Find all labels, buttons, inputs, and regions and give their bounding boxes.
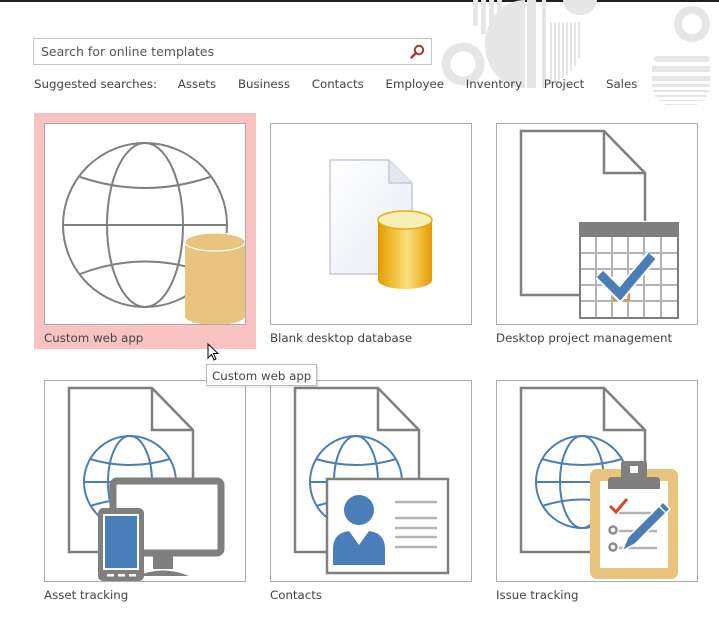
template-thumbnail bbox=[270, 123, 472, 325]
template-thumbnail bbox=[44, 380, 246, 582]
template-tile-contacts[interactable]: Contacts bbox=[260, 370, 482, 606]
suggested-searches: Suggested searches: Assets Business Cont… bbox=[34, 77, 655, 91]
document-globe-contact-card-icon bbox=[293, 386, 450, 575]
template-label: Asset tracking bbox=[44, 588, 129, 602]
template-thumbnail bbox=[44, 123, 246, 325]
template-tile-desktop-project-management[interactable]: Desktop project management bbox=[486, 113, 708, 349]
mouse-pointer-icon bbox=[207, 343, 220, 361]
search-button[interactable] bbox=[407, 42, 427, 62]
template-thumbnail bbox=[496, 380, 698, 582]
suggested-search-inventory[interactable]: Inventory bbox=[466, 77, 522, 91]
magnifier-icon bbox=[410, 44, 425, 59]
document-globe-devices-icon bbox=[67, 386, 225, 581]
suggested-search-sales[interactable]: Sales bbox=[606, 77, 637, 91]
suggested-search-employee[interactable]: Employee bbox=[386, 77, 444, 91]
template-tile-custom-web-app[interactable]: Custom web app bbox=[34, 113, 256, 349]
template-label: Issue tracking bbox=[496, 588, 579, 602]
template-label: Blank desktop database bbox=[270, 331, 413, 345]
suggested-search-assets[interactable]: Assets bbox=[178, 77, 216, 91]
document-globe-clipboard-icon bbox=[519, 386, 678, 579]
suggested-search-business[interactable]: Business bbox=[238, 77, 290, 91]
template-tile-issue-tracking[interactable]: Issue tracking bbox=[486, 370, 708, 606]
template-label: Contacts bbox=[270, 588, 323, 602]
suggested-searches-label: Suggested searches: bbox=[34, 77, 158, 91]
template-thumbnail bbox=[270, 380, 472, 582]
document-database-icon bbox=[329, 159, 433, 289]
document-calendar-check-icon bbox=[519, 129, 679, 319]
background-decoration bbox=[441, 0, 710, 105]
search-input[interactable] bbox=[34, 39, 411, 64]
template-tile-asset-tracking[interactable]: Asset tracking bbox=[34, 370, 256, 606]
tooltip: Custom web app bbox=[206, 364, 318, 386]
suggested-search-project[interactable]: Project bbox=[544, 77, 584, 91]
template-label: Custom web app bbox=[44, 331, 144, 345]
template-tile-blank-desktop-database[interactable]: Blank desktop database bbox=[260, 113, 482, 349]
globe-database-icon bbox=[62, 142, 245, 324]
search-box[interactable] bbox=[33, 38, 432, 65]
suggested-search-contacts[interactable]: Contacts bbox=[312, 77, 364, 91]
template-thumbnail bbox=[496, 123, 698, 325]
template-label: Desktop project management bbox=[496, 331, 673, 345]
